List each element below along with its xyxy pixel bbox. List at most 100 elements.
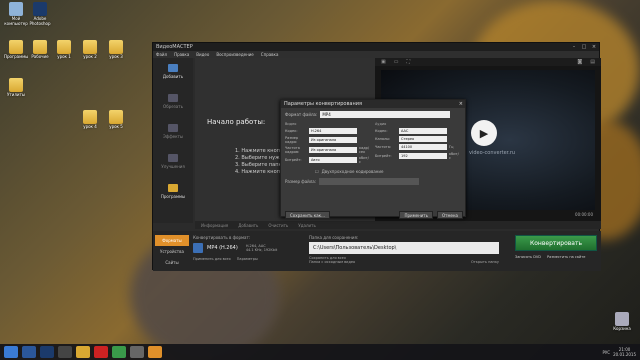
app-icon[interactable] [130,346,144,358]
opera-icon[interactable] [94,346,108,358]
chrome-icon[interactable] [112,346,126,358]
frame-rate-select[interactable]: Из оригинала [309,147,357,153]
menu-file[interactable]: Файл [156,52,167,57]
file-size-label: Размер файла: [285,179,317,184]
audio-bitrate-select[interactable]: 192 [399,153,447,159]
file-format-label: Формат файла: [285,112,318,117]
sidebar: Добавить Обрезать Эффекты Улучшения Прог… [153,58,193,223]
menu-edit[interactable]: Правка [174,52,189,57]
folder-icon [9,40,23,54]
tab-sites[interactable]: Сайты [155,257,189,268]
format-name: MP4 (H.264) [207,245,238,251]
desktop-icon-lesson3[interactable]: урок 3 [104,40,128,59]
mp4-icon [193,243,203,253]
sample-rate-select[interactable]: 44100 [399,144,447,150]
dialog-titlebar[interactable]: Параметры конвертирования × [281,100,465,108]
save-label: Папка для сохранения: [309,235,359,240]
word-icon[interactable] [22,346,36,358]
apply-all-checkbox[interactable]: Применить для всех [193,257,231,261]
apply-button[interactable]: Применить [399,211,433,219]
params-button[interactable]: Параметры [237,257,258,261]
tab-devices[interactable]: Устройства [155,246,189,257]
crop-icon[interactable]: ▣ [381,59,386,65]
programs-icon [168,184,178,192]
window-title: ВидеоМАСТЕР [156,44,193,50]
video-codec-select[interactable]: H.264 [309,128,357,134]
folder-icon [83,40,97,54]
sidebar-item-programs[interactable]: Программы [153,178,193,208]
desktop-icon-programs[interactable]: Программы [4,40,28,59]
desktop-icon-photoshop[interactable]: Adobe Photoshop [28,2,52,26]
add-icon [168,64,178,72]
minimize-icon[interactable]: – [569,44,579,50]
maximize-icon[interactable]: □ [579,44,589,50]
desktop-icon-work[interactable]: Рабочие [28,40,52,59]
format-box: Конвертировать в формат: MP4 (H.264) H.2… [193,235,303,269]
recycle-bin-icon [615,312,629,326]
effects-icon [168,124,178,132]
desktop-icon-lesson5[interactable]: урок 5 [104,110,128,129]
file-format-select[interactable]: MP4 [320,111,451,118]
source-folder-checkbox[interactable]: Папка с исходным видео [309,260,355,264]
play-icon[interactable]: ▶ [471,120,497,146]
burn-dvd-button[interactable]: Записать DVD [515,255,541,259]
aspect-icon[interactable]: ▭ [394,59,399,65]
desktop-icon-lesson4[interactable]: урок 4 [78,110,102,129]
tab-formats[interactable]: Форматы [155,235,189,246]
tool-clear[interactable]: Очистить [268,223,288,228]
desktop-icon-utils[interactable]: Утилиты [4,78,28,97]
channels-select[interactable]: Стерео [399,136,447,142]
system-tray: РУС 21:00 20.01.2015 [602,347,640,357]
format-tabs: Форматы Устройства Сайты [155,235,189,268]
video-settings: Видео Кодек: H.264 Размер кадра: Из оригин… [285,122,370,164]
media-icon[interactable] [58,346,72,358]
video-heading: Видео [285,122,297,126]
bottom-panel: Форматы Устройства Сайты Конвертировать … [153,231,601,271]
clock[interactable]: 21:00 20.01.2015 [613,347,636,357]
photoshop-icon[interactable] [40,346,54,358]
video-bitrate-select[interactable]: Авто [309,157,357,163]
close-icon[interactable]: × [459,101,463,107]
windows-start-icon[interactable] [4,346,18,358]
desktop-icon-lesson2[interactable]: урок 2 [78,40,102,59]
open-folder-button[interactable]: Открыть папку [471,260,499,264]
menu-video[interactable]: Видео [196,52,209,57]
tool-add[interactable]: Добавить [238,223,258,228]
format-options: Применить для всех Параметры [193,257,303,261]
close-icon[interactable]: × [589,44,599,50]
snapshot-icon[interactable]: ◙ [577,59,582,65]
desktop-icon-recycle[interactable]: Корзина [610,312,634,331]
desktop-icon-lesson1[interactable]: урок 1 [52,40,76,59]
videomaster-taskbar-icon[interactable] [148,346,162,358]
fullscreen-icon[interactable]: ⛶ [406,59,410,65]
audio-codec-select[interactable]: AAC [399,128,447,134]
menu-help[interactable]: Справка [261,52,279,57]
tool-info[interactable]: Информация [201,223,228,228]
output-buttons: Записать DVD Разместить на сайте [515,255,585,259]
file-size-field [319,178,420,185]
language-indicator[interactable]: РУС [602,350,610,355]
cancel-button[interactable]: Отмена [436,211,463,219]
save-path-input[interactable]: C:\Users\Пользователь\Desktop\ [309,242,499,254]
convert-button[interactable]: Конвертировать [515,235,597,251]
format-specs: H.264, AAC 44.1 KHz, 192Kbit [245,244,278,252]
sidebar-item-add[interactable]: Добавить [153,58,193,88]
save-as-button[interactable]: Сохранить как... [285,211,330,219]
settings-icon[interactable]: ▤ [590,59,595,65]
desktop-icon-computer[interactable]: Мой компьютер [4,2,28,26]
two-pass-label: Двухпроходное кодирование [321,169,384,174]
format-label: Конвертировать в формат: [193,235,251,240]
frame-size-select[interactable]: Из оригинала [309,137,357,143]
format-selector[interactable]: MP4 (H.264) H.264, AAC 44.1 KHz, 192Kbit [193,243,303,253]
sidebar-item-enhance[interactable]: Улучшения [153,148,193,178]
two-pass-checkbox[interactable]: ☐ [315,169,319,174]
publish-button[interactable]: Разместить на сайте [547,255,585,259]
sidebar-item-trim[interactable]: Обрезать [153,88,193,118]
window-titlebar[interactable]: ВидеоМАСТЕР – □ × [153,43,599,51]
explorer-icon[interactable] [76,346,90,358]
conversion-settings-dialog: Параметры конвертирования × Формат файла… [280,99,466,219]
tool-delete[interactable]: Удалить [298,223,316,228]
file-size-row: Размер файла: [285,178,461,185]
sidebar-item-effects[interactable]: Эффекты [153,118,193,148]
menu-playback[interactable]: Воспроизведение [216,52,253,57]
